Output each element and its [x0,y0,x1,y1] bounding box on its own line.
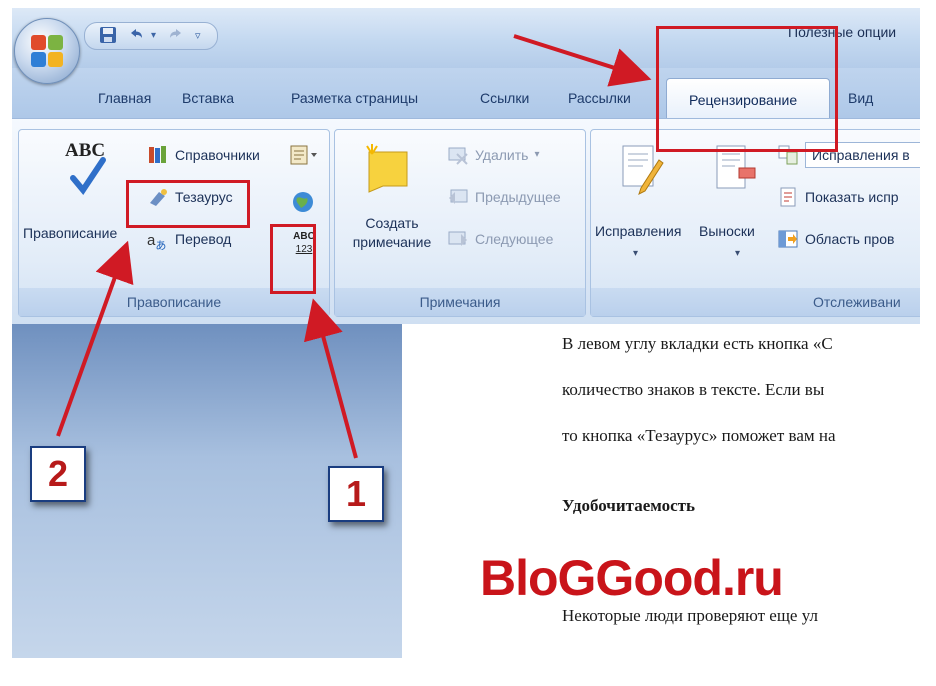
undo-dropdown-icon[interactable]: ▾ [151,26,156,46]
group-tracking: Исправления ▾ Выноски ▾ Исправления в По… [590,129,920,317]
tab-home[interactable]: Главная [98,90,151,106]
show-markup-label: Показать испр [805,189,899,205]
tab-mailings[interactable]: Рассылки [568,90,631,106]
previous-comment-icon [447,186,469,208]
reviewing-pane-label: Область пров [805,231,895,247]
undo-icon[interactable] [127,26,145,46]
translate-label: Перевод [175,231,232,247]
document-line: количество знаков в тексте. Если вы [562,380,825,399]
globe-icon[interactable] [291,190,315,214]
document-line: то кнопка «Тезаурус» поможет вам на [562,426,836,445]
quick-access-toolbar: ▾ ▿ [84,22,218,50]
books-icon [147,144,169,166]
customize-toolbar-icon[interactable]: ▿ [195,26,201,46]
balloons-dropdown-icon[interactable]: ▾ [735,248,740,259]
group-comments: Создать примечание Удалить ▾ Предыдущее [334,129,586,317]
group-comments-label: Примечания [335,288,585,316]
translate-icon: aあ [147,232,167,252]
research-label: Справочники [175,147,260,163]
callout-two: 2 [30,446,86,502]
highlight-thesaurus [126,180,250,228]
callout-one: 1 [328,466,384,522]
redo-icon[interactable] [167,26,185,46]
previous-comment-button[interactable]: Предыдущее [447,184,561,210]
chevron-down-icon: ▾ [534,149,540,160]
document-line: В левом углу вкладки есть кнопка «С [562,334,833,353]
new-comment-button[interactable]: Создать примечание [341,214,443,252]
balloons-button[interactable]: Выноски [699,222,755,241]
tab-page-layout[interactable]: Разметка страницы [291,90,418,106]
highlight-review-tab [656,26,838,152]
delete-comment-label: Удалить [475,147,529,163]
highlight-word-count [270,224,316,294]
group-tracking-label: Отслеживани [591,288,920,316]
next-comment-button[interactable]: Следующее [447,226,553,252]
tab-insert[interactable]: Вставка [182,90,234,106]
spelling-icon[interactable]: ABC [59,140,119,200]
delete-comment-button[interactable]: Удалить ▾ [447,142,539,168]
show-markup-icon [777,186,799,208]
document-page[interactable]: В левом углу вкладки есть кнопка «С коли… [402,324,920,658]
delete-comment-icon [447,144,469,166]
office-button[interactable] [14,18,80,84]
reviewing-pane-button[interactable]: Область пров [777,226,894,252]
next-comment-label: Следующее [475,231,554,247]
save-icon[interactable] [99,26,117,46]
show-markup-button[interactable]: Показать испр [777,184,899,210]
next-comment-icon [447,228,469,250]
new-comment-line2: примечание [352,234,432,250]
new-comment-icon[interactable] [363,142,413,196]
translate-button[interactable]: aあ Перевод [147,226,231,252]
tab-references[interactable]: Ссылки [480,90,529,106]
track-changes-dropdown-icon[interactable]: ▾ [633,248,638,259]
research-button[interactable]: Справочники [147,142,260,168]
document-line: Некоторые люди проверяют еще ул [562,606,818,625]
office-logo-icon [31,35,63,67]
new-comment-line1: Создать [365,215,419,231]
previous-comment-label: Предыдущее [475,189,561,205]
set-language-icon[interactable] [289,144,319,166]
document-heading: Удобочитаемость [562,496,696,515]
watermark: BloGGood.ru [480,550,784,606]
reviewing-pane-icon [777,228,799,250]
tab-view[interactable]: Вид [848,90,873,106]
track-changes-button[interactable]: Исправления [595,222,681,241]
spelling-button[interactable]: Правописание [23,224,117,243]
